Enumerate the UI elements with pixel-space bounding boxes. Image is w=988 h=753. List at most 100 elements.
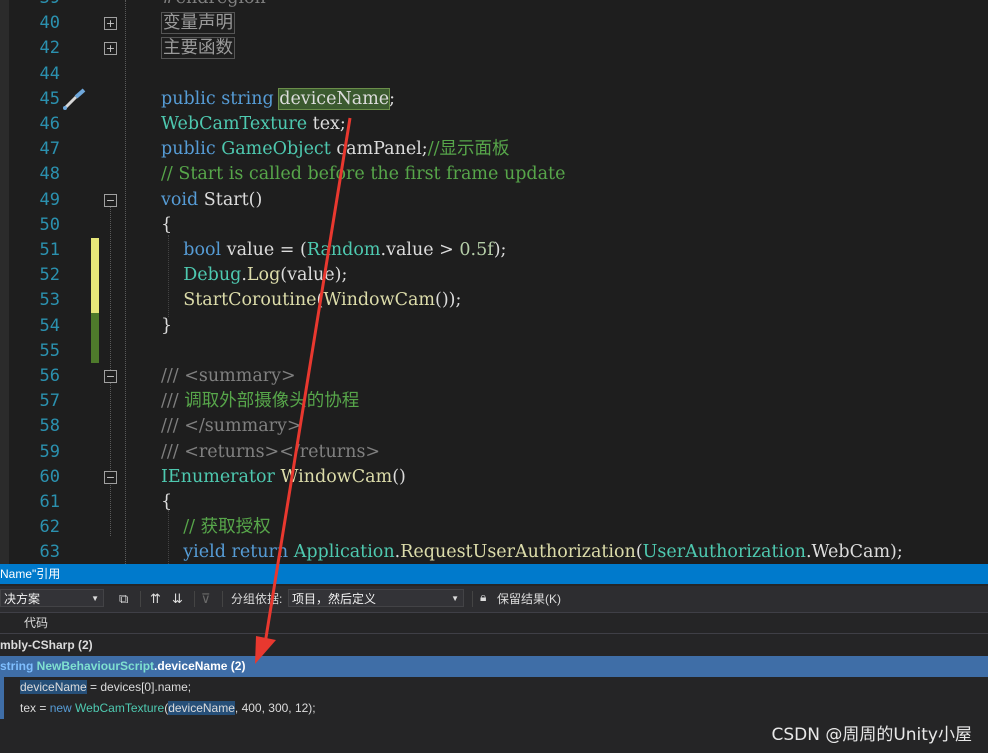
code-token: /// <summary>	[161, 366, 296, 386]
toolbar-separator	[472, 591, 473, 607]
panel-title: Name"引用	[0, 567, 61, 581]
code-line[interactable]: 59 /// <returns></returns>	[0, 440, 988, 465]
code-token: {	[161, 214, 173, 235]
project-group-label: mbly-CSharp (2)	[0, 638, 93, 652]
code-text: {	[161, 213, 172, 238]
line-number: 59	[39, 441, 60, 462]
code-line[interactable]: 62 // 获取授权	[0, 515, 988, 540]
keep-results-button[interactable]: 保留结果(K)	[497, 590, 561, 607]
line-number: 44	[39, 63, 60, 84]
line-number: 42	[39, 38, 60, 59]
code-line[interactable]: 58 /// </summary>	[0, 414, 988, 439]
code-text: bool value = (Random.value > 0.5f);	[161, 238, 506, 263]
code-token: WindowCam	[323, 290, 435, 311]
line-number: 58	[39, 416, 60, 437]
code-editor[interactable]: 39 #endregion 40 + 变量声明 42 + 主要函数 44 45 public str…	[0, 0, 988, 564]
code-line[interactable]: 46 WebCamTexture tex;	[0, 112, 988, 137]
code-token: void	[161, 189, 204, 210]
code-text: Debug.Log(value);	[161, 263, 347, 288]
collapse-icon[interactable]: −	[104, 470, 117, 484]
line-number: 55	[39, 340, 60, 361]
code-line[interactable]: 39 #endregion	[0, 0, 988, 11]
code-text: yield return Application.RequestUserAuth…	[161, 540, 903, 564]
code-line[interactable]: 49 − void Start()	[0, 188, 988, 213]
code-line[interactable]: 44	[0, 62, 988, 87]
code-line[interactable]: 42 + 主要函数	[0, 36, 988, 61]
code-token: camPanel;	[330, 139, 428, 160]
chevron-down-icon: ▼	[451, 594, 459, 603]
code-token: RequestUserAuthorization	[400, 542, 636, 563]
code-line[interactable]: 63 yield return Application.RequestUserA…	[0, 540, 988, 564]
code-text: // 获取授权	[161, 515, 270, 540]
line-number: 51	[39, 240, 60, 260]
code-token: //显示面板	[427, 139, 510, 160]
line-number: 48	[39, 164, 60, 185]
prev-location-icon[interactable]: ⇈	[150, 591, 161, 607]
code-line[interactable]: 61 {	[0, 490, 988, 515]
line-number: 39	[10, 0, 60, 11]
references-toolbar: 决方案 ▼ ⧉ ⇈ ⇊ ⊽ 分组依据: 项目，然后定义 ▼ 🔒︎ 保留结果(K)	[0, 586, 988, 612]
reference-row[interactable]: deviceName = devices[0].name;	[0, 677, 988, 698]
code-line[interactable]: 40 + 变量声明	[0, 11, 988, 36]
code-token: ());	[435, 290, 462, 311]
code-line[interactable]: 47 public GameObject camPanel;//显示面板	[0, 137, 988, 162]
code-line[interactable]: 60 − IEnumerator WindowCam()	[0, 465, 988, 490]
collapsed-region[interactable]: 变量声明	[161, 12, 235, 35]
collapsed-region[interactable]: 主要函数	[161, 37, 235, 60]
reference-text: tex =	[20, 701, 50, 715]
line-number: 57	[39, 391, 60, 412]
code-line[interactable]: 56 − /// <summary>	[0, 364, 988, 389]
next-location-icon[interactable]: ⇊	[172, 591, 183, 607]
code-token: /// </summary>	[161, 416, 302, 437]
copy-icon[interactable]: ⧉	[119, 591, 128, 607]
watermark: CSDN @周周的Unity小屋	[771, 725, 972, 745]
highlighted-symbol[interactable]: deviceName	[278, 87, 391, 110]
code-token: .value >	[380, 240, 460, 260]
code-line[interactable]: 55	[0, 339, 988, 364]
expand-icon[interactable]: +	[104, 17, 117, 31]
project-group-row[interactable]: mbly-CSharp (2)	[0, 635, 988, 656]
code-line[interactable]: 45 public string deviceName;	[0, 87, 988, 112]
line-number: 52	[39, 265, 60, 286]
definition-group-row[interactable]: string NewBehaviourScript.deviceName (2)	[0, 656, 988, 677]
reference-row[interactable]: tex = new WebCamTexture(deviceName, 400,…	[0, 698, 988, 719]
code-text: {	[161, 490, 172, 515]
code-token: {	[161, 492, 173, 512]
expand-icon[interactable]: +	[104, 42, 117, 56]
line-number: 61	[39, 492, 60, 512]
code-line[interactable]: 54}	[0, 314, 988, 339]
scope-dropdown[interactable]: 决方案 ▼	[0, 589, 104, 607]
code-token: WebCamTexture	[161, 114, 308, 134]
group-by-value: 项目，然后定义	[292, 592, 377, 606]
line-number: 49	[39, 189, 60, 210]
code-text: public GameObject camPanel;//显示面板	[161, 137, 510, 162]
line-number: 56	[39, 366, 60, 386]
code-line[interactable]: 50 {	[0, 213, 988, 238]
code-token: StartCoroutine	[183, 290, 317, 311]
code-line[interactable]: 57 /// 调取外部摄像头的协程	[0, 389, 988, 414]
lock-icon: 🔒︎	[480, 590, 487, 604]
line-number: 47	[39, 139, 60, 160]
collapse-icon[interactable]: −	[104, 370, 117, 383]
code-token: tex;	[307, 114, 346, 134]
code-token: Log	[246, 265, 281, 286]
line-number: 62	[39, 517, 60, 538]
reference-match: deviceName	[168, 701, 235, 715]
quick-actions-screwdriver-icon[interactable]	[60, 87, 88, 113]
code-line[interactable]: 53 StartCoroutine(WindowCam());	[0, 288, 988, 313]
code-token: /// <returns></returns>	[161, 441, 381, 462]
code-token: #endregion	[161, 0, 266, 8]
group-by-dropdown[interactable]: 项目，然后定义 ▼	[288, 589, 464, 607]
reference-text: , 400, 300, 12);	[234, 701, 316, 715]
clear-filter-icon[interactable]: ⊽	[201, 591, 211, 607]
code-line[interactable]: 51 bool value = (Random.value > 0.5f);	[0, 238, 988, 263]
column-code-header[interactable]: 代码	[24, 613, 48, 633]
row-indicator	[0, 677, 4, 698]
code-line[interactable]: 52 Debug.Log(value);	[0, 263, 988, 288]
code-text: void Start()	[161, 188, 262, 213]
collapse-icon[interactable]: −	[104, 193, 117, 207]
code-line[interactable]: 48 // Start is called before the first fr…	[0, 162, 988, 187]
panel-title-bar[interactable]: Name"引用	[0, 564, 988, 584]
line-number: 53	[39, 290, 60, 311]
